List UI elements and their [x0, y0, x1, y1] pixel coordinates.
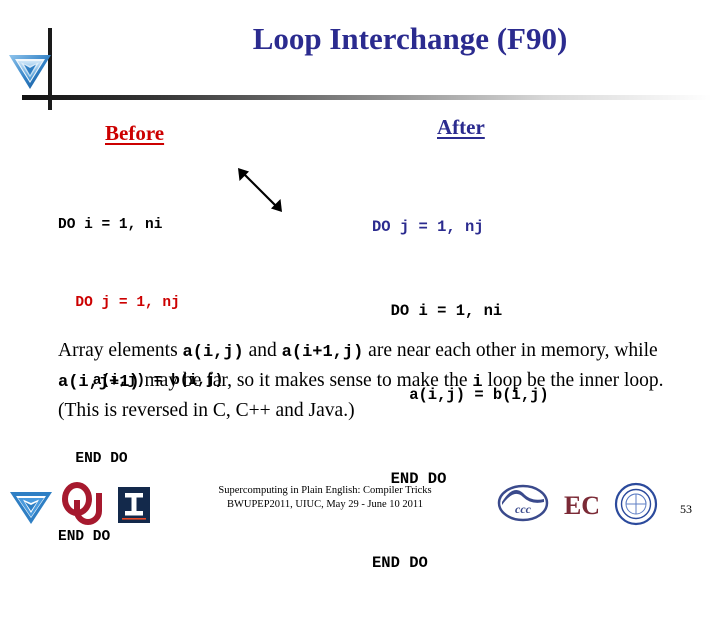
svg-text:ccc: ccc [515, 502, 532, 516]
footer-line-2: BWUPEP2011, UIUC, May 29 - June 10 2011 [226, 499, 424, 510]
before-code-line-1: DO i = 1, ni [58, 217, 163, 233]
after-code-line-1: DO j = 1, nj [372, 218, 484, 236]
ccc-logo-icon: ccc [497, 481, 549, 525]
blue-pyramid-logo-icon [8, 481, 54, 527]
after-code-line-2: DO i = 1, ni [372, 302, 503, 320]
after-heading: After [437, 115, 485, 139]
before-code-line-4: END DO [58, 451, 128, 467]
svg-text:EC: EC [564, 491, 600, 520]
after-code-line-5: END DO [372, 554, 428, 572]
footer-text: Supercomputing in Plain English: Compile… [160, 484, 490, 512]
body-seg-5: are near each other in memory, while [363, 340, 658, 361]
before-code-line-2: DO j = 1, nj [58, 295, 180, 311]
body-seg-7: may be far, so it makes sense to make th… [139, 370, 473, 391]
page-number: 53 [680, 502, 692, 516]
double-headed-arrow-icon [228, 160, 292, 222]
body-seg-8: i [472, 373, 483, 392]
footer-line-1: Supercomputing in Plain English: Compile… [218, 485, 432, 496]
blue-pyramid-logo-icon [6, 44, 54, 92]
before-heading: Before [105, 121, 165, 145]
illinois-logo-icon [115, 481, 153, 527]
before-code-line-5: END DO [58, 529, 111, 545]
body-seg-6: a(i,j+1) [58, 373, 140, 392]
body-seg-2: a(i,j) [182, 343, 244, 362]
body-seg-4: a(i+1,j) [281, 343, 364, 362]
university-seal-icon [613, 481, 659, 527]
page-title: Loop Interchange (F90) [252, 21, 568, 56]
ou-logo-icon [62, 481, 104, 527]
body-seg-1: Array elements [58, 340, 183, 361]
body-paragraph: Array elements a(i,j) and a(i+1,j) are n… [58, 337, 668, 425]
body-seg-3: and [243, 340, 282, 361]
header-horizontal-rule [22, 95, 712, 100]
ec-logo-icon: EC [560, 481, 604, 527]
slide-canvas: Loop Interchange (F90) Before DO i = 1, … [0, 0, 720, 572]
